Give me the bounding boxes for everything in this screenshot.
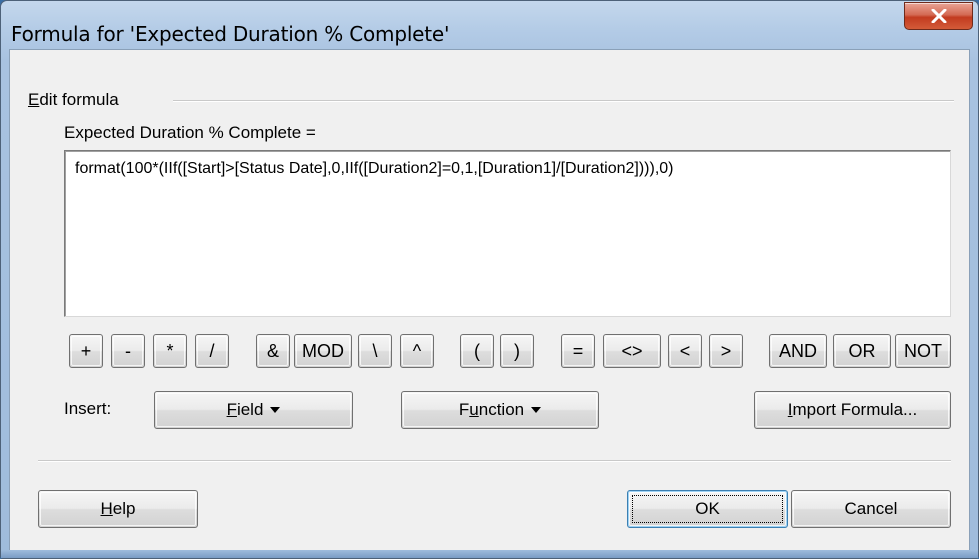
operator-not-button[interactable]: NOT xyxy=(895,334,951,368)
operator-minus-button[interactable]: - xyxy=(111,334,145,368)
operator-mod-button[interactable]: MOD xyxy=(294,334,352,368)
close-icon xyxy=(931,9,946,23)
operator-greater-than-button[interactable]: > xyxy=(709,334,743,368)
operator-or-button[interactable]: OR xyxy=(833,334,891,368)
field-name-label: Expected Duration % Complete = xyxy=(64,123,316,142)
insert-field-button[interactable]: Field xyxy=(154,391,353,429)
field-button-label: ield xyxy=(236,400,264,419)
function-button-label-start: F xyxy=(458,400,470,419)
operator-divide-button[interactable]: / xyxy=(195,334,229,368)
operator-equals-button[interactable]: = xyxy=(561,334,595,368)
field-access-key: F xyxy=(226,400,237,419)
cancel-button[interactable]: Cancel xyxy=(791,490,951,528)
operator-power-button[interactable]: ^ xyxy=(400,334,434,368)
import-button-label: mport Formula... xyxy=(792,400,918,419)
chevron-down-icon xyxy=(270,407,281,413)
operator-not-equal-button[interactable]: <> xyxy=(603,334,661,368)
group-divider xyxy=(173,100,954,102)
operator-concat-button[interactable]: & xyxy=(256,334,290,368)
help-access-key: H xyxy=(100,499,113,518)
edit-formula-access-key: E xyxy=(28,90,40,109)
operator-close-paren-button[interactable]: ) xyxy=(500,334,534,368)
insert-label: Insert: xyxy=(64,399,112,418)
function-button-label-rest: nction xyxy=(478,400,525,419)
footer-separator xyxy=(38,460,951,462)
operator-multiply-button[interactable]: * xyxy=(153,334,187,368)
insert-function-button[interactable]: Fu nction xyxy=(401,391,599,429)
edit-formula-label-rest: dit formula xyxy=(39,90,119,109)
window-title: Formula for 'Expected Duration % Complet… xyxy=(11,22,450,46)
help-button-label: elp xyxy=(112,499,136,518)
formula-textarea[interactable]: format(100*(IIf([Start]>[Status Date],0,… xyxy=(64,150,951,317)
import-formula-button[interactable]: Import Formula... xyxy=(754,391,951,429)
operator-less-than-button[interactable]: < xyxy=(668,334,702,368)
title-bar[interactable]: Formula for 'Expected Duration % Complet… xyxy=(1,1,978,46)
operator-and-button[interactable]: AND xyxy=(769,334,827,368)
close-button[interactable] xyxy=(904,2,973,30)
help-button[interactable]: Help xyxy=(38,490,198,528)
operator-open-paren-button[interactable]: ( xyxy=(460,334,494,368)
edit-formula-group-label: Edit formula xyxy=(28,90,119,110)
window-bottom-border xyxy=(1,550,978,558)
ok-button-label: OK xyxy=(695,499,720,518)
ok-button[interactable]: OK xyxy=(627,490,788,528)
chevron-down-icon xyxy=(531,407,542,413)
function-access-key: u xyxy=(469,400,479,419)
operator-intdivide-button[interactable]: \ xyxy=(358,334,392,368)
operator-plus-button[interactable]: + xyxy=(69,334,103,368)
